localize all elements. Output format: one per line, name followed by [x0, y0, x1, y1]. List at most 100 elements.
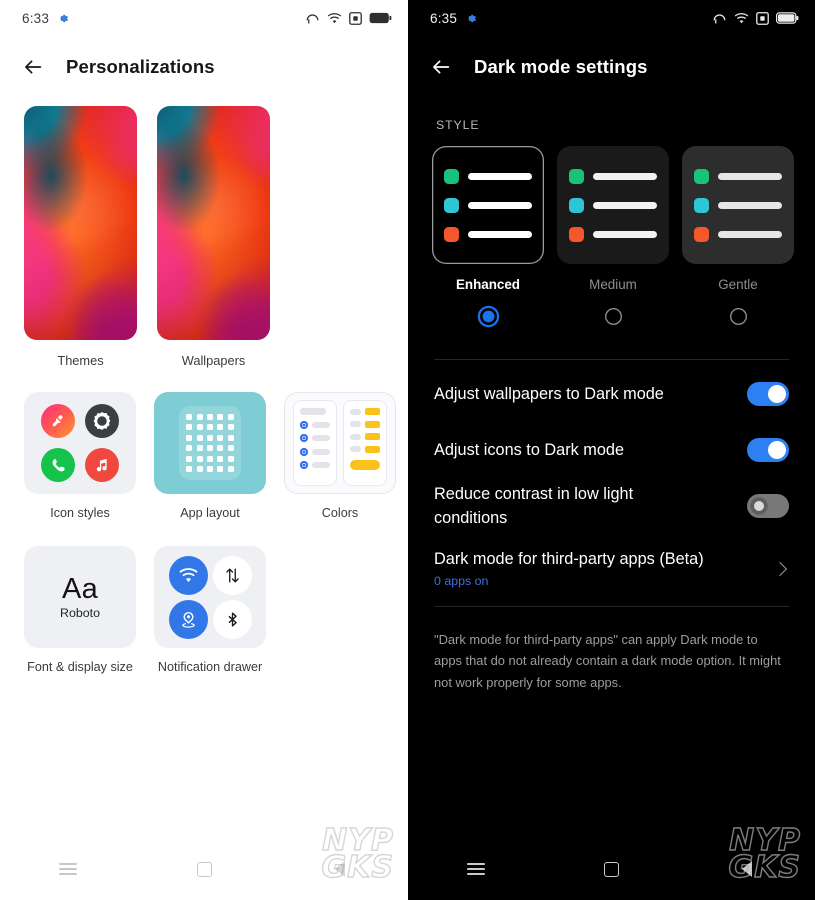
- colors-card-left: [293, 400, 337, 486]
- style-label-enhanced: Enhanced: [456, 277, 520, 292]
- toggle-row-adjust-icons[interactable]: Adjust icons to Dark mode: [432, 422, 791, 478]
- recents-button[interactable]: [0, 859, 136, 878]
- theme-brush-icon: [41, 404, 75, 438]
- third-party-apps-title: Dark mode for third-party apps (Beta): [434, 550, 704, 568]
- colors-tile[interactable]: Colors: [284, 392, 396, 522]
- toggle-label-reduce-contrast: Reduce contrast in low light conditions: [434, 484, 634, 527]
- tiles-row-2: Aa Roboto Font & display size Notificati…: [24, 546, 384, 676]
- icon-styles-preview: [24, 392, 136, 494]
- wifi-icon: [734, 12, 749, 23]
- phone-icon: [41, 448, 75, 482]
- toggle-label-adjust-wallpapers: Adjust wallpapers to Dark mode: [434, 384, 664, 403]
- colors-card-right: [343, 400, 387, 486]
- wifi-icon: [327, 12, 342, 23]
- app-layout-label: App layout: [180, 506, 240, 520]
- style-option-medium[interactable]: Medium: [557, 146, 669, 325]
- style-option-row: Enhanced Medium Gentle: [432, 146, 794, 325]
- style-preview-medium: [557, 146, 669, 264]
- app-layout-tile[interactable]: App layout: [154, 392, 266, 522]
- data-transfer-icon: [212, 555, 252, 595]
- themes-card[interactable]: Themes: [24, 106, 137, 368]
- app-layout-grid: [186, 414, 234, 472]
- right-phone-screen: 6:35 Dark mode settings STYLE Enhanced M…: [408, 0, 815, 900]
- font-sample-text: Aa: [61, 572, 99, 605]
- headphone-icon: [306, 13, 319, 23]
- status-bar-right: [712, 11, 799, 25]
- quick-toggle-grid: [168, 555, 252, 639]
- back-icon: [335, 861, 345, 877]
- back-arrow-icon[interactable]: [22, 56, 44, 78]
- icon-styles-grid: [41, 404, 119, 482]
- style-radio-medium[interactable]: [605, 308, 622, 325]
- wallpapers-label: Wallpapers: [181, 353, 246, 368]
- style-preview-enhanced: [432, 146, 544, 264]
- style-option-enhanced[interactable]: Enhanced: [432, 146, 544, 325]
- recents-icon: [59, 859, 77, 878]
- status-time: 6:33: [22, 10, 50, 26]
- home-icon: [604, 861, 619, 877]
- home-button[interactable]: [136, 861, 272, 877]
- font-display-size-label: Font & display size: [27, 660, 133, 674]
- colors-preview: [284, 392, 396, 494]
- toggle-switch-adjust-wallpapers[interactable]: [747, 382, 789, 406]
- back-button[interactable]: [272, 861, 408, 877]
- home-icon: [196, 861, 212, 877]
- screen-record-icon: [756, 11, 769, 25]
- personalizations-content: Themes Wallpapers Icon styles App layout…: [0, 98, 408, 676]
- style-label-medium: Medium: [589, 277, 637, 292]
- navigation-bar: [408, 838, 815, 900]
- status-time: 6:35: [430, 10, 458, 26]
- back-arrow-icon[interactable]: [430, 56, 452, 78]
- app-bar: Dark mode settings: [408, 36, 815, 98]
- toggle-list: Adjust wallpapers to Dark mode Adjust ic…: [432, 366, 791, 534]
- font-display-size-tile[interactable]: Aa Roboto Font & display size: [24, 546, 136, 676]
- toggle-row-reduce-contrast[interactable]: Reduce contrast in low light conditions: [432, 478, 791, 534]
- notification-drawer-label: Notification drawer: [157, 660, 263, 674]
- third-party-apps-text: Dark mode for third-party apps (Beta) 0 …: [434, 550, 704, 588]
- status-bar: 6:35: [408, 0, 815, 36]
- home-button[interactable]: [544, 861, 680, 877]
- battery-icon: [776, 12, 799, 24]
- style-option-gentle[interactable]: Gentle: [682, 146, 794, 325]
- status-bar-left: 6:35: [430, 11, 477, 26]
- tiles-row-1: Icon styles App layout Colors: [24, 392, 396, 522]
- themes-label: Themes: [57, 353, 104, 368]
- location-icon: [168, 599, 208, 639]
- gear-icon: [85, 404, 119, 438]
- style-preview-gentle: [682, 146, 794, 264]
- toggle-label-adjust-icons: Adjust icons to Dark mode: [434, 440, 625, 459]
- navigation-bar: [0, 838, 408, 900]
- app-layout-pane: [179, 406, 241, 480]
- dark-mode-content: STYLE Enhanced Medium Gentle Adjust wall…: [408, 98, 815, 693]
- music-icon: [85, 448, 119, 482]
- style-section-header: STYLE: [436, 118, 480, 132]
- notification-drawer-preview: [154, 546, 266, 648]
- page-title: Personalizations: [66, 56, 215, 77]
- style-label-gentle: Gentle: [718, 277, 758, 292]
- style-radio-enhanced[interactable]: [479, 308, 497, 325]
- status-bar: 6:33: [0, 0, 408, 36]
- toggle-row-adjust-wallpapers[interactable]: Adjust wallpapers to Dark mode: [432, 366, 791, 422]
- section-divider: [434, 359, 789, 360]
- screen-record-icon: [349, 11, 362, 25]
- status-bar-left: 6:33: [22, 11, 69, 26]
- notification-drawer-tile[interactable]: Notification drawer: [154, 546, 266, 676]
- wifi-icon: [168, 555, 208, 595]
- back-icon: [742, 861, 753, 877]
- toggle-switch-adjust-icons[interactable]: [747, 438, 789, 462]
- bluetooth-icon: [212, 599, 252, 639]
- icon-styles-tile[interactable]: Icon styles: [24, 392, 136, 522]
- recents-button[interactable]: [408, 859, 544, 878]
- gear-icon: [60, 14, 68, 22]
- style-radio-gentle[interactable]: [730, 308, 747, 325]
- third-party-apps-subtitle: 0 apps on: [434, 574, 489, 588]
- wallpapers-card[interactable]: Wallpapers: [157, 106, 270, 368]
- toggle-switch-reduce-contrast[interactable]: [747, 494, 789, 518]
- third-party-apps-row[interactable]: Dark mode for third-party apps (Beta) 0 …: [432, 534, 791, 602]
- gear-icon: [468, 14, 476, 22]
- back-button[interactable]: [679, 861, 815, 877]
- page-title: Dark mode settings: [474, 56, 648, 77]
- footnote-divider: [434, 606, 789, 607]
- footnote-text: "Dark mode for third-party apps" can app…: [434, 632, 781, 690]
- app-layout-preview: [154, 392, 266, 494]
